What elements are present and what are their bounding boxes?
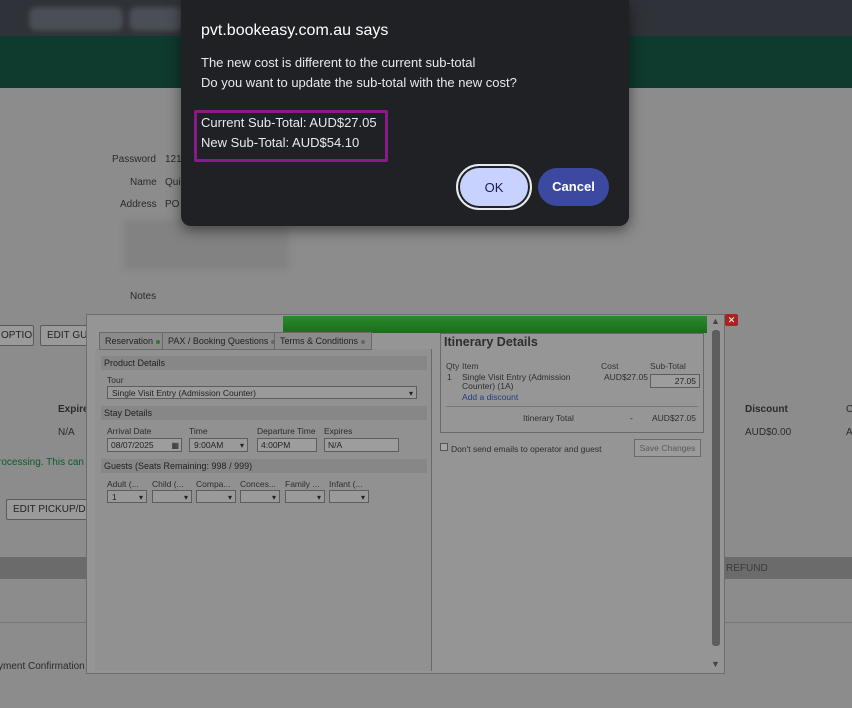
address-label: Address — [120, 199, 157, 210]
c-column-header: C — [846, 404, 852, 415]
chevron-down-icon: ▾ — [227, 493, 232, 502]
tab-reservation[interactable]: Reservation — [99, 332, 168, 350]
itinerary-total-label: Itinerary Total — [523, 413, 574, 423]
options-button[interactable]: OPTIONS — [0, 325, 34, 346]
processing-notice: rocessing. This can — [0, 457, 84, 468]
tour-label: Tour — [107, 375, 124, 385]
password-label: Password — [112, 154, 156, 165]
guest-infant-label: Infant (... — [329, 479, 363, 489]
guest-family-select[interactable]: ▾ — [285, 490, 325, 503]
dont-send-emails-checkbox[interactable] — [440, 443, 448, 451]
expires-label: Expires — [324, 426, 353, 436]
guest-companion-select[interactable]: ▾ — [196, 490, 236, 503]
guest-child-select[interactable]: ▾ — [152, 490, 192, 503]
time-label: Time — [189, 426, 208, 436]
chevron-down-icon: ▾ — [316, 493, 321, 502]
payment-confirmation-label: yment Confirmation — [0, 661, 85, 672]
product-details-header: Product Details — [101, 356, 427, 370]
refund-button[interactable]: REFUND — [726, 563, 768, 574]
expires-column-header: Expire — [58, 404, 89, 415]
guest-family-label: Family ... — [285, 479, 320, 489]
ok-button[interactable]: OK — [456, 164, 532, 210]
address-value: PO — [165, 199, 180, 210]
stay-details-header: Stay Details — [101, 406, 427, 420]
arrival-date-label: Arrival Date — [107, 426, 152, 436]
chevron-down-icon: ▾ — [271, 493, 276, 502]
item-name-line2: Counter) (1A) — [462, 381, 514, 391]
guest-adult-select[interactable]: 1 ▾ — [107, 490, 147, 503]
dialog-message-line1: The new cost is different to the current… — [201, 55, 476, 70]
name-value: Qui — [165, 177, 181, 188]
guest-infant-select[interactable]: ▾ — [329, 490, 369, 503]
scroll-down-icon[interactable]: ▼ — [711, 659, 720, 669]
save-changes-button[interactable]: Save Changes — [634, 439, 701, 457]
guest-child-label: Child (... — [152, 479, 184, 489]
item-cost: AUD$27.05 — [604, 372, 648, 382]
address-blurred-block — [124, 220, 289, 270]
qty-header: Qty — [446, 361, 460, 371]
browser-tab[interactable] — [130, 8, 182, 30]
guest-concession-label: Conces... — [240, 479, 276, 489]
name-label: Name — [130, 177, 157, 188]
guest-companion-label: Compa... — [196, 479, 231, 489]
item-header: Item — [462, 361, 479, 371]
expires-cell: N/A — [58, 427, 75, 438]
chevron-down-icon: ▾ — [183, 493, 188, 502]
a-cell: A — [846, 427, 852, 438]
chevron-down-icon: ▾ — [408, 389, 413, 398]
close-icon[interactable]: ✕ — [725, 314, 738, 326]
dont-send-emails-label: Don't send emails to operator and guest — [451, 444, 602, 454]
edit-pickup-button[interactable]: EDIT PICKUP/DF — [6, 499, 94, 520]
edit-guest-button[interactable]: EDIT GUE — [40, 325, 90, 346]
guest-adult-label: Adult (... — [107, 479, 139, 489]
calendar-icon[interactable]: ▦ — [171, 439, 179, 452]
browser-tab[interactable] — [30, 8, 122, 30]
cancel-button[interactable]: Cancel — [538, 168, 609, 206]
guest-concession-select[interactable]: ▾ — [240, 490, 280, 503]
guests-header: Guests (Seats Remaining: 998 / 999) — [101, 459, 427, 473]
scroll-up-icon[interactable]: ▲ — [711, 316, 720, 326]
subtotal-header: Sub-Total — [650, 361, 686, 371]
subtotal-highlight-box — [194, 110, 388, 162]
tab-pax-booking-questions[interactable]: PAX / Booking Questions — [162, 332, 279, 350]
time-select[interactable]: 9:00AM ▾ — [189, 438, 248, 452]
expires-input[interactable]: N/A — [324, 438, 399, 452]
departure-time-input[interactable]: 4:00PM — [257, 438, 317, 452]
chevron-down-icon: ▾ — [360, 493, 365, 502]
notes-label: Notes — [130, 291, 157, 302]
itinerary-total-dash: - — [630, 413, 633, 423]
tab-terms-conditions[interactable]: Terms & Conditions — [274, 332, 372, 350]
loading-progress-bar — [283, 316, 707, 333]
discount-column-header: Discount — [745, 404, 788, 415]
tour-select[interactable]: Single Visit Entry (Admission Counter) ▾ — [107, 386, 417, 399]
itinerary-total-value: AUD$27.05 — [652, 413, 696, 423]
itinerary-divider — [446, 406, 698, 407]
chevron-down-icon: ▾ — [138, 493, 143, 502]
chevron-down-icon: ▾ — [239, 441, 244, 450]
departure-time-label: Departure Time — [257, 426, 316, 436]
cost-header: Cost — [601, 361, 619, 371]
item-qty: 1 — [447, 372, 452, 382]
discount-cell: AUD$0.00 — [745, 427, 792, 438]
password-value: 121 — [165, 154, 182, 165]
add-discount-link[interactable]: Add a discount — [462, 392, 518, 402]
subtotal-input[interactable]: 27.05 — [650, 374, 700, 388]
itinerary-title: Itinerary Details — [444, 335, 538, 349]
dialog-title: pvt.bookeasy.com.au says — [201, 22, 389, 39]
dialog-message-line2: Do you want to update the sub-total with… — [201, 75, 517, 90]
scrollbar-thumb[interactable] — [712, 330, 720, 646]
arrival-date-input[interactable]: 08/07/2025 ▦ — [107, 438, 182, 452]
